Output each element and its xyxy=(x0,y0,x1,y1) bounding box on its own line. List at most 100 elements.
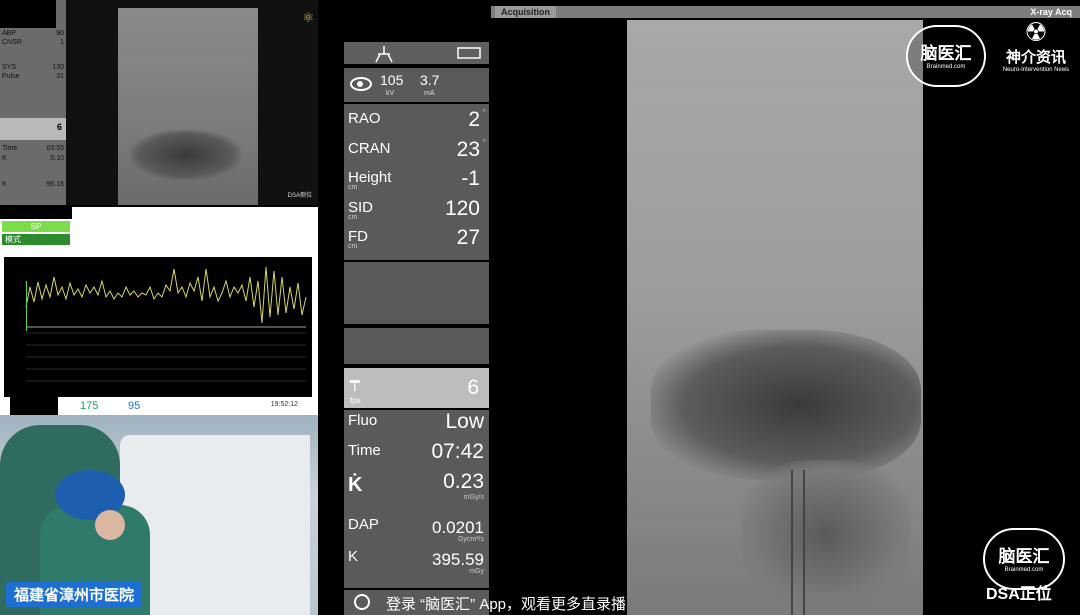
kv-unit: kV xyxy=(386,90,395,97)
readout-value: 96.16 xyxy=(46,181,64,188)
vital-value: 31 xyxy=(56,73,64,80)
control-panel: 105 kV 3.7 mA RAO 2 ° CRAN 23 ° Height c… xyxy=(342,0,491,615)
geometry-unit: cm xyxy=(348,184,358,191)
exposure-readout: 105 kV 3.7 mA xyxy=(344,68,489,102)
fluoro-value: 0.0201 xyxy=(432,518,484,537)
fluoro-value: 395.59 xyxy=(432,550,484,569)
fluoro-label: Time xyxy=(348,442,381,459)
fluoro-value: Low xyxy=(445,410,484,433)
vital-value: 1 xyxy=(60,39,64,46)
catheter xyxy=(791,470,805,615)
geometry-value: 27 xyxy=(456,226,480,249)
sp-label: SP xyxy=(2,221,70,232)
geometry-value: -1 xyxy=(461,167,480,190)
fluoro-label: DAP xyxy=(348,516,379,533)
geometry-row-sid: SID cm 120 xyxy=(348,197,484,225)
geometry-label: RAO xyxy=(348,110,381,127)
promo-banner[interactable]: 登录 “脑医汇” App，观看更多直录播 xyxy=(386,593,626,614)
dsa-label: DSA侧位 xyxy=(287,193,312,199)
readout-value: 03:55 xyxy=(46,145,64,152)
vital-label: SYS xyxy=(2,64,17,71)
hospital-caption: 福建省漳州市医院 xyxy=(6,582,143,607)
geometry-row-rao: RAO 2 ° xyxy=(348,108,486,136)
ma-unit: mA xyxy=(424,90,435,97)
fluoro-row: K̇ 0.23 mGy/s xyxy=(348,470,484,502)
fluoro-label: Fluo xyxy=(348,412,378,429)
degree-unit: ° xyxy=(482,108,486,117)
operating-room-camera: 福建省漳州市医院 xyxy=(0,415,318,615)
main-xray-view: Acquisition X-ray Acq xyxy=(491,0,1080,615)
geometry-row-height: Height cm -1 xyxy=(348,167,484,195)
vital-label: Pulse xyxy=(2,73,20,80)
empty-panel xyxy=(344,262,489,324)
mini-vitals: ABP 90 CNSR 1 SYS 130 Pulse 31 xyxy=(2,30,64,82)
brand-subtext: Neuro-Intervention News xyxy=(1002,67,1070,73)
brainmed-logo: 脑医汇 Brainmed.com xyxy=(906,25,986,87)
xray-contrast xyxy=(741,460,911,610)
mini-xray-view: ⚛ DSA侧位 xyxy=(66,0,318,205)
readout-value: 0.10 xyxy=(50,155,64,162)
geometry-row-cran: CRAN 23 ° xyxy=(348,138,486,166)
vital-label: CNSR xyxy=(2,39,22,46)
xray-titlebar: Acquisition X-ray Acq xyxy=(491,6,1080,18)
tube-icon xyxy=(375,46,481,63)
readout-label: Time xyxy=(2,145,18,152)
brand-text: 神介资讯 xyxy=(1005,49,1066,66)
waveform-screen xyxy=(4,257,312,397)
fps-value: 6 xyxy=(467,376,479,399)
neuro-news-logo: ☢ 神介资讯 Neuro-Intervention News xyxy=(994,18,1078,84)
frame-rate-icon: ┯ xyxy=(350,374,360,391)
waveform-svg xyxy=(25,266,307,382)
fluoro-readouts: Fluo Low Time 07:42 K̇ 0.23 mGy/s DAP 0.… xyxy=(344,410,489,588)
monitor-footer: 175 95 19:52:12 xyxy=(0,397,318,417)
readout-label: K xyxy=(2,155,7,162)
fluoro-row: Fluo Low xyxy=(348,410,484,440)
brand-subtext: Brainmed.com xyxy=(1004,567,1044,573)
black-block xyxy=(10,397,58,415)
fluoro-value: 07:42 xyxy=(431,440,484,463)
mini-fps-value: 6 xyxy=(0,118,66,140)
ma-value: 3.7 xyxy=(420,72,440,88)
brand-text: 脑医汇 xyxy=(998,547,1050,566)
degree-unit: ° xyxy=(482,138,486,147)
geometry-value: 120 xyxy=(444,197,480,220)
view-label: DSA正位 xyxy=(986,586,1052,603)
xray-contrast xyxy=(651,330,921,480)
black-block xyxy=(0,0,56,28)
brand-text: 脑医汇 xyxy=(920,44,972,63)
fluoro-row: DAP 0.0201 Gycm²/s xyxy=(348,514,484,544)
waveform-monitor: SP 模式 175 95 19:52:12 xyxy=(0,207,318,417)
mode-label: 模式 xyxy=(2,234,70,245)
fluoro-row: K 395.59 mGy xyxy=(348,546,484,576)
pressure-waveform xyxy=(25,266,307,324)
fps-unit: fps xyxy=(350,396,361,405)
fluoro-row: Time 07:42 xyxy=(348,440,484,470)
fluoro-value: 0.23 xyxy=(443,470,484,493)
kv-value: 105 xyxy=(380,72,404,88)
mini-lower-readouts: Time 03:55 K 0.10 K 96.16 xyxy=(2,145,64,191)
geometry-value: 2 xyxy=(468,108,480,131)
monitor-time: 19:52:12 xyxy=(270,401,298,408)
panel-header xyxy=(344,42,489,64)
geometry-unit: cm xyxy=(348,214,358,221)
black-block xyxy=(0,207,72,219)
eye-icon xyxy=(350,77,372,91)
empty-panel xyxy=(344,328,489,364)
brand-subtext: Brainmed.com xyxy=(926,64,966,70)
frame-rate-panel: ┯ fps 6 xyxy=(344,368,489,408)
geometry-readouts: RAO 2 ° CRAN 23 ° Height cm -1 SID cm 12… xyxy=(344,104,489,260)
geometry-value: 23 xyxy=(456,138,480,161)
timer-icon xyxy=(354,594,370,610)
atom-logo-icon: ⚛ xyxy=(302,10,314,25)
mini-monitor-panel: ABP 90 CNSR 1 SYS 130 Pulse 31 6 Time 03:55 K… xyxy=(0,0,66,205)
acquisition-tab[interactable]: Acquisition xyxy=(495,6,556,18)
fluoro-label: K̇ xyxy=(348,474,363,496)
fluoro-unit: mGy/s xyxy=(463,494,484,501)
vital-value: 130 xyxy=(52,64,64,71)
geometry-unit: cm xyxy=(348,243,358,250)
heart-rate-value: 175 xyxy=(80,400,99,412)
radiation-icon: ☢ xyxy=(1024,17,1048,47)
spo2-value: 95 xyxy=(128,400,141,412)
surgeon-face xyxy=(95,510,125,540)
fluoro-unit: Gycm²/s xyxy=(457,536,484,543)
